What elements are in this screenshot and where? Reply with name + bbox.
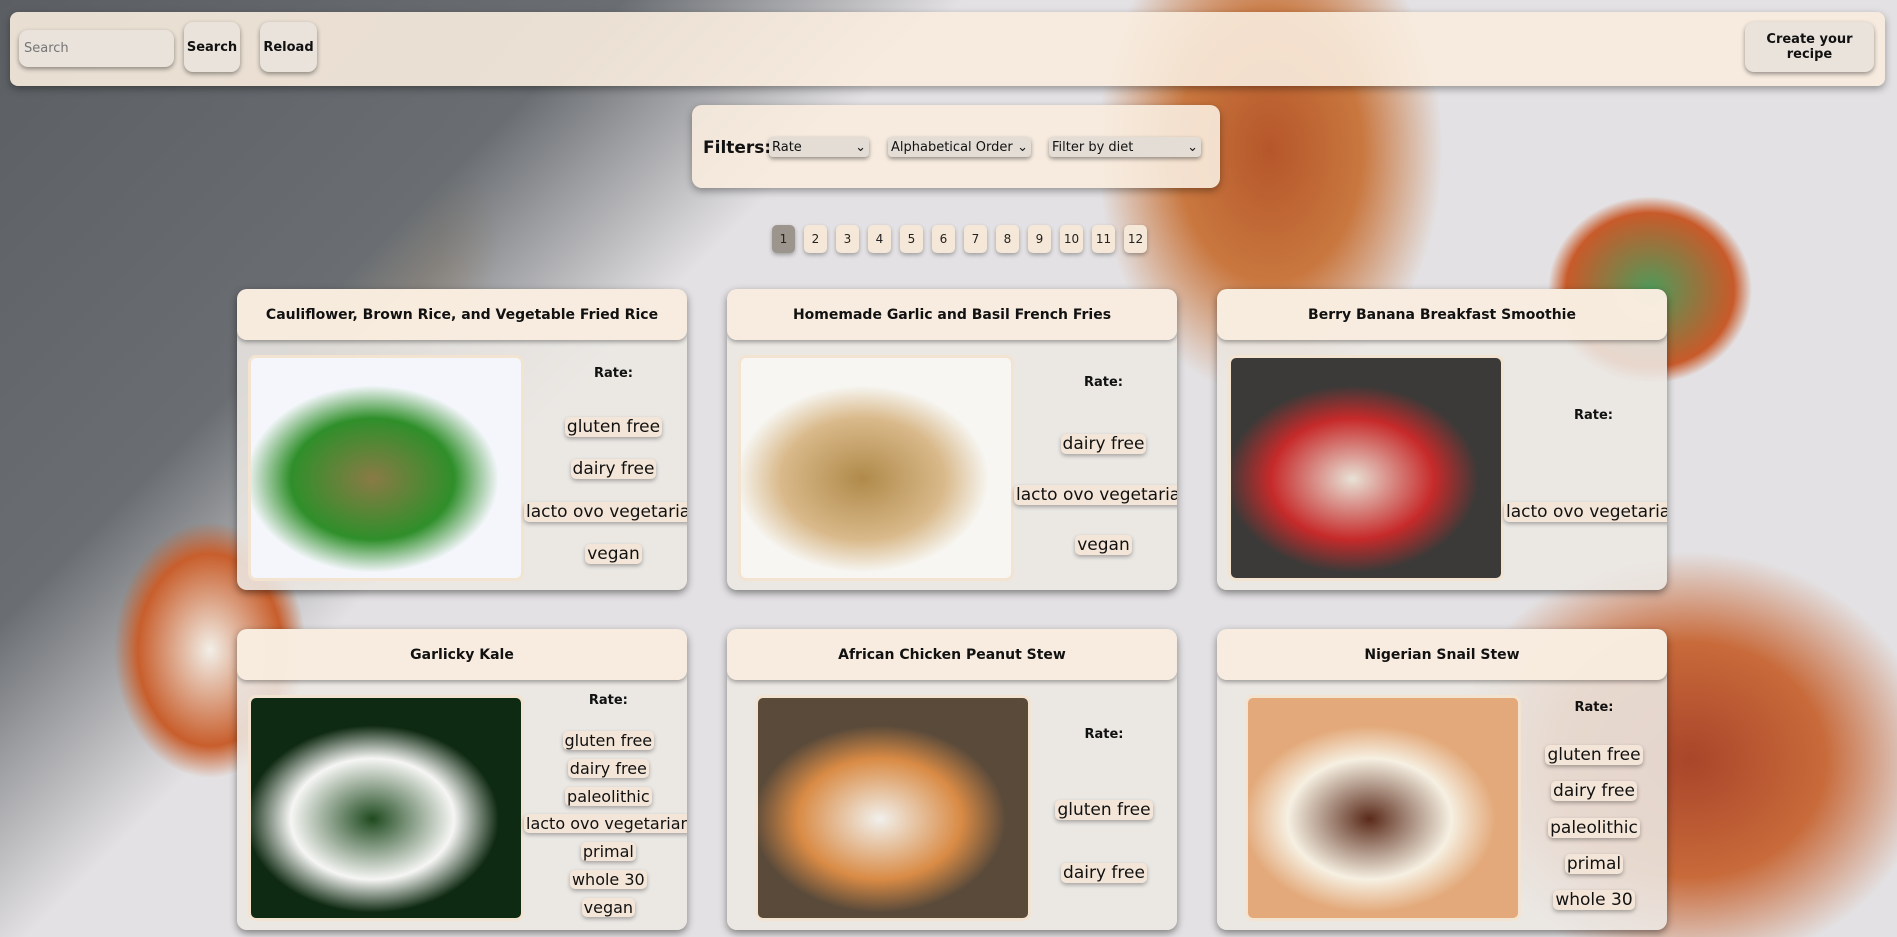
pagination: 1 2 3 4 5 6 7 8 9 10 11 12 bbox=[772, 225, 1147, 253]
recipe-image[interactable] bbox=[248, 355, 524, 581]
diet-tag: whole 30 bbox=[569, 870, 647, 890]
filters-label: Filters: bbox=[703, 138, 772, 158]
diet-tag: gluten free bbox=[564, 417, 663, 438]
diet-tag: paleolithic bbox=[565, 786, 652, 806]
diet-select[interactable]: Filter by diet ⌄ bbox=[1049, 137, 1201, 157]
reload-button[interactable]: Reload bbox=[260, 22, 317, 72]
create-recipe-button[interactable]: Create your recipe bbox=[1745, 22, 1874, 72]
recipe-title[interactable]: Berry Banana Breakfast Smoothie bbox=[1217, 289, 1667, 340]
page-button-1[interactable]: 1 bbox=[772, 225, 795, 253]
order-select[interactable]: Alphabetical Order ⌄ bbox=[888, 137, 1031, 157]
diet-tag: lacto ovo vegetarian bbox=[1504, 501, 1667, 522]
recipe-title[interactable]: Nigerian Snail Stew bbox=[1217, 629, 1667, 680]
rate-label: Rate: bbox=[593, 366, 633, 382]
recipe-card[interactable]: Garlicky Kale Rate: gluten free dairy free… bbox=[237, 629, 687, 930]
rate-label: Rate: bbox=[1573, 408, 1613, 424]
page-button-3[interactable]: 3 bbox=[836, 225, 859, 253]
recipe-image[interactable] bbox=[738, 355, 1014, 581]
page-button-2[interactable]: 2 bbox=[804, 225, 827, 253]
rate-label: Rate: bbox=[588, 692, 628, 708]
page-button-10[interactable]: 10 bbox=[1060, 225, 1083, 253]
diet-tag: dairy free bbox=[1061, 862, 1147, 883]
page-button-8[interactable]: 8 bbox=[996, 225, 1019, 253]
diet-tag: dairy free bbox=[1060, 434, 1147, 455]
chevron-down-icon: ⌄ bbox=[1017, 139, 1028, 155]
diet-tag: gluten free bbox=[1055, 799, 1153, 820]
filters-panel: Filters: Rate ⌄ Alphabetical Order ⌄ Filte… bbox=[692, 105, 1220, 188]
rate-label: Rate: bbox=[1083, 374, 1123, 390]
recipe-title[interactable]: Garlicky Kale bbox=[237, 629, 687, 680]
rate-label: Rate: bbox=[1574, 700, 1614, 716]
diet-tag: vegan bbox=[585, 543, 642, 564]
diet-tag: dairy free bbox=[567, 758, 649, 778]
diet-tag: dairy free bbox=[570, 459, 657, 480]
recipe-image[interactable] bbox=[1228, 355, 1504, 581]
recipe-image[interactable] bbox=[755, 695, 1031, 921]
page-button-5[interactable]: 5 bbox=[900, 225, 923, 253]
page-button-9[interactable]: 9 bbox=[1028, 225, 1051, 253]
diet-tag: gluten free bbox=[562, 730, 655, 750]
rate-label: Rate: bbox=[1084, 727, 1124, 743]
diet-tag: lacto ovo vegetarian bbox=[1014, 484, 1177, 505]
diet-tag: vegan bbox=[1075, 535, 1132, 556]
top-bar: Search Reload Create your recipe bbox=[10, 12, 1885, 86]
diet-tag: gluten free bbox=[1545, 745, 1643, 766]
recipe-card[interactable]: Cauliflower, Brown Rice, and Vegetable F… bbox=[237, 289, 687, 590]
recipe-card[interactable]: African Chicken Peanut Stew Rate: gluten … bbox=[727, 629, 1177, 930]
recipe-card[interactable]: Berry Banana Breakfast Smoothie Rate: lac… bbox=[1217, 289, 1667, 590]
page-button-6[interactable]: 6 bbox=[932, 225, 955, 253]
diet-tag: lacto ovo vegetarian bbox=[524, 814, 687, 834]
page-button-12[interactable]: 12 bbox=[1124, 225, 1147, 253]
diet-tag: primal bbox=[1564, 853, 1624, 874]
diet-tag: lacto ovo vegetarian bbox=[524, 501, 687, 522]
recipe-image[interactable] bbox=[1245, 695, 1521, 921]
diet-tag: paleolithic bbox=[1548, 817, 1640, 838]
recipe-card[interactable]: Nigerian Snail Stew Rate: gluten free dair… bbox=[1217, 629, 1667, 930]
page-button-7[interactable]: 7 bbox=[964, 225, 987, 253]
recipe-image[interactable] bbox=[248, 695, 524, 921]
page-button-11[interactable]: 11 bbox=[1092, 225, 1115, 253]
chevron-down-icon: ⌄ bbox=[855, 139, 866, 155]
search-button[interactable]: Search bbox=[184, 22, 240, 72]
order-select-value: Alphabetical Order bbox=[891, 139, 1013, 155]
diet-tag: vegan bbox=[581, 898, 636, 917]
search-input[interactable] bbox=[19, 30, 174, 67]
recipe-card[interactable]: Homemade Garlic and Basil French Fries R… bbox=[727, 289, 1177, 590]
diet-tag: primal bbox=[580, 842, 636, 862]
diet-tag: dairy free bbox=[1551, 781, 1637, 802]
recipe-title[interactable]: Homemade Garlic and Basil French Fries bbox=[727, 289, 1177, 340]
rate-select-value: Rate bbox=[772, 139, 802, 155]
page-button-4[interactable]: 4 bbox=[868, 225, 891, 253]
rate-select[interactable]: Rate ⌄ bbox=[769, 137, 869, 157]
recipe-title[interactable]: African Chicken Peanut Stew bbox=[727, 629, 1177, 680]
diet-select-value: Filter by diet bbox=[1052, 139, 1134, 155]
chevron-down-icon: ⌄ bbox=[1187, 139, 1198, 155]
recipe-title[interactable]: Cauliflower, Brown Rice, and Vegetable F… bbox=[237, 289, 687, 340]
diet-tag: whole 30 bbox=[1553, 889, 1635, 910]
